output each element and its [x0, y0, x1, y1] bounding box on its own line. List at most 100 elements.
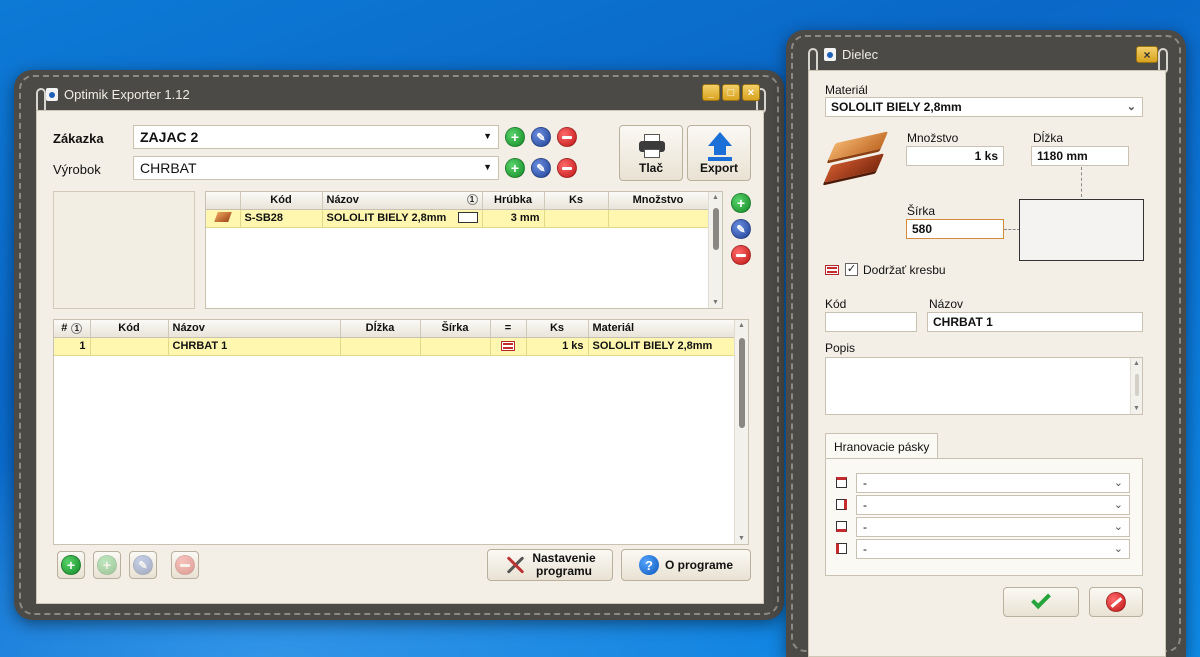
- scroll-down-icon[interactable]: ▼: [1133, 405, 1140, 412]
- dlzka-field[interactable]: 1180 mm: [1031, 146, 1129, 166]
- zakazka-add-icon[interactable]: +: [505, 127, 525, 147]
- edge-bottom-select[interactable]: - ⌄: [856, 517, 1130, 537]
- col-ks[interactable]: Ks: [526, 320, 589, 338]
- material-select[interactable]: SOLOLIT BIELY 2,8mm ⌄: [825, 97, 1143, 117]
- col-nazov[interactable]: Názov 1: [322, 192, 483, 210]
- col-kod[interactable]: Kód: [90, 320, 169, 338]
- col-sirka[interactable]: Šírka: [420, 320, 491, 338]
- tab-edge-bands[interactable]: Hranovacie pásky: [825, 433, 939, 459]
- part-edit-button[interactable]: ✎: [129, 551, 157, 579]
- table-row[interactable]: S-SB28 SOLOLIT BIELY 2,8mm 3 mm: [206, 209, 709, 228]
- zakazka-select[interactable]: ZAJAC 2 ▼: [133, 125, 499, 149]
- cell-sirka: [420, 337, 491, 356]
- cell-dlzka: [340, 337, 421, 356]
- cancel-button[interactable]: [1089, 587, 1143, 617]
- edge-right-icon: [836, 499, 847, 510]
- parts-grid[interactable]: #1 Kód Názov Dĺžka Šírka = Ks Materiál 1…: [53, 319, 749, 545]
- material-edit-icon[interactable]: ✎: [731, 219, 751, 239]
- part-add-button[interactable]: +: [57, 551, 85, 579]
- edge-left-icon: [836, 543, 847, 554]
- app-icon: [824, 47, 836, 61]
- dropdown-arrow-icon: ▼: [483, 131, 492, 141]
- window-title-bar: Optimik Exporter 1.12: [46, 84, 190, 104]
- col-dlzka[interactable]: Dĺžka: [340, 320, 421, 338]
- material-add-icon[interactable]: +: [731, 193, 751, 213]
- part-copy-button[interactable]: +: [93, 551, 121, 579]
- close-icon[interactable]: ×: [1136, 46, 1158, 63]
- scroll-thumb[interactable]: [713, 208, 719, 250]
- main-content: Zákazka ZAJAC 2 ▼ + ✎ Výrobok CHRBAT ▼ +…: [36, 110, 764, 604]
- cell-nazov: CHRBAT 1: [168, 337, 341, 356]
- col-icon: [206, 192, 241, 210]
- sirka-field[interactable]: 580: [906, 219, 1004, 239]
- print-button[interactable]: Tlač: [619, 125, 683, 181]
- materials-grid[interactable]: Kód Názov 1 Hrúbka Ks Množstvo S-SB28 SOL…: [205, 191, 723, 309]
- parts-scrollbar[interactable]: ▲ ▼: [734, 320, 748, 544]
- col-nazov[interactable]: Názov: [168, 320, 341, 338]
- scroll-up-icon[interactable]: ▲: [712, 194, 719, 201]
- scroll-thumb[interactable]: [1135, 374, 1139, 396]
- board-image-icon: [823, 125, 889, 185]
- col-grain[interactable]: =: [490, 320, 527, 338]
- checkmark-icon: [1031, 589, 1051, 610]
- chevron-down-icon: ⌄: [1113, 477, 1123, 489]
- col-kod[interactable]: Kód: [240, 192, 323, 210]
- zakazka-delete-icon[interactable]: [557, 127, 577, 147]
- vyrobok-value: CHRBAT: [140, 160, 197, 176]
- materials-header-row: Kód Názov 1 Hrúbka Ks Množstvo: [206, 192, 709, 210]
- grain-checkbox[interactable]: ✓: [845, 263, 858, 276]
- col-material[interactable]: Materiál: [588, 320, 737, 338]
- close-button[interactable]: ×: [742, 84, 760, 101]
- about-label: O programe: [664, 558, 733, 572]
- chevron-down-icon: ⌄: [1113, 543, 1123, 555]
- copy-icon: +: [97, 555, 117, 575]
- material-delete-icon[interactable]: [731, 245, 751, 265]
- help-icon: ?: [638, 555, 659, 575]
- sort-icon: 1: [466, 194, 478, 206]
- maximize-button[interactable]: □: [722, 84, 740, 101]
- scroll-down-icon[interactable]: ▼: [712, 299, 719, 306]
- about-button[interactable]: ? O programe: [621, 549, 751, 581]
- print-label: Tlač: [638, 161, 663, 175]
- scroll-thumb[interactable]: [739, 338, 745, 428]
- cell-nazov-text: SOLOLIT BIELY 2,8mm: [326, 212, 447, 224]
- ok-button[interactable]: [1003, 587, 1079, 617]
- scroll-down-icon[interactable]: ▼: [738, 535, 745, 542]
- part-preview: [1019, 199, 1144, 261]
- popis-textarea[interactable]: ▲ ▼: [825, 357, 1143, 415]
- nazov-field[interactable]: CHRBAT 1: [927, 312, 1143, 332]
- scroll-up-icon[interactable]: ▲: [738, 322, 745, 329]
- mnozstvo-field[interactable]: 1 ks: [906, 146, 1004, 166]
- zakazka-edit-icon[interactable]: ✎: [531, 127, 551, 147]
- vyrobok-add-icon[interactable]: +: [505, 158, 525, 178]
- delete-icon: [175, 555, 195, 575]
- edge-top-value: -: [863, 476, 867, 490]
- popis-scrollbar[interactable]: ▲ ▼: [1130, 358, 1142, 414]
- col-ks[interactable]: Ks: [544, 192, 609, 210]
- mnozstvo-value: 1 ks: [974, 149, 998, 163]
- vyrobok-select[interactable]: CHRBAT ▼: [133, 156, 499, 180]
- vyrobok-delete-icon[interactable]: [557, 158, 577, 178]
- vyrobok-label: Výrobok: [53, 162, 101, 177]
- table-row[interactable]: 1 CHRBAT 1 1 ks SOLOLIT BIELY 2,8mm: [54, 337, 737, 356]
- scroll-up-icon[interactable]: ▲: [1133, 360, 1140, 367]
- minimize-button[interactable]: _: [702, 84, 720, 101]
- edge-left-select[interactable]: - ⌄: [856, 539, 1130, 559]
- vyrobok-edit-icon[interactable]: ✎: [531, 158, 551, 178]
- board-cell: [206, 209, 241, 228]
- parts-header-row: #1 Kód Názov Dĺžka Šírka = Ks Materiál: [54, 320, 737, 338]
- col-number[interactable]: #1: [54, 320, 91, 338]
- part-delete-button[interactable]: [171, 551, 199, 579]
- materials-scrollbar[interactable]: ▲ ▼: [708, 192, 722, 308]
- edge-bottom-value: -: [863, 520, 867, 534]
- col-mnozstvo[interactable]: Množstvo: [608, 192, 709, 210]
- chevron-down-icon: ⌄: [1113, 521, 1123, 533]
- export-button[interactable]: Export: [687, 125, 751, 181]
- settings-label: Nastavenie programu: [532, 552, 595, 578]
- edge-right-select[interactable]: - ⌄: [856, 495, 1130, 515]
- edge-top-select[interactable]: - ⌄: [856, 473, 1130, 493]
- settings-button[interactable]: Nastavenie programu: [487, 549, 613, 581]
- app-icon: [46, 87, 58, 101]
- col-hrubka[interactable]: Hrúbka: [482, 192, 545, 210]
- kod-field[interactable]: [825, 312, 917, 332]
